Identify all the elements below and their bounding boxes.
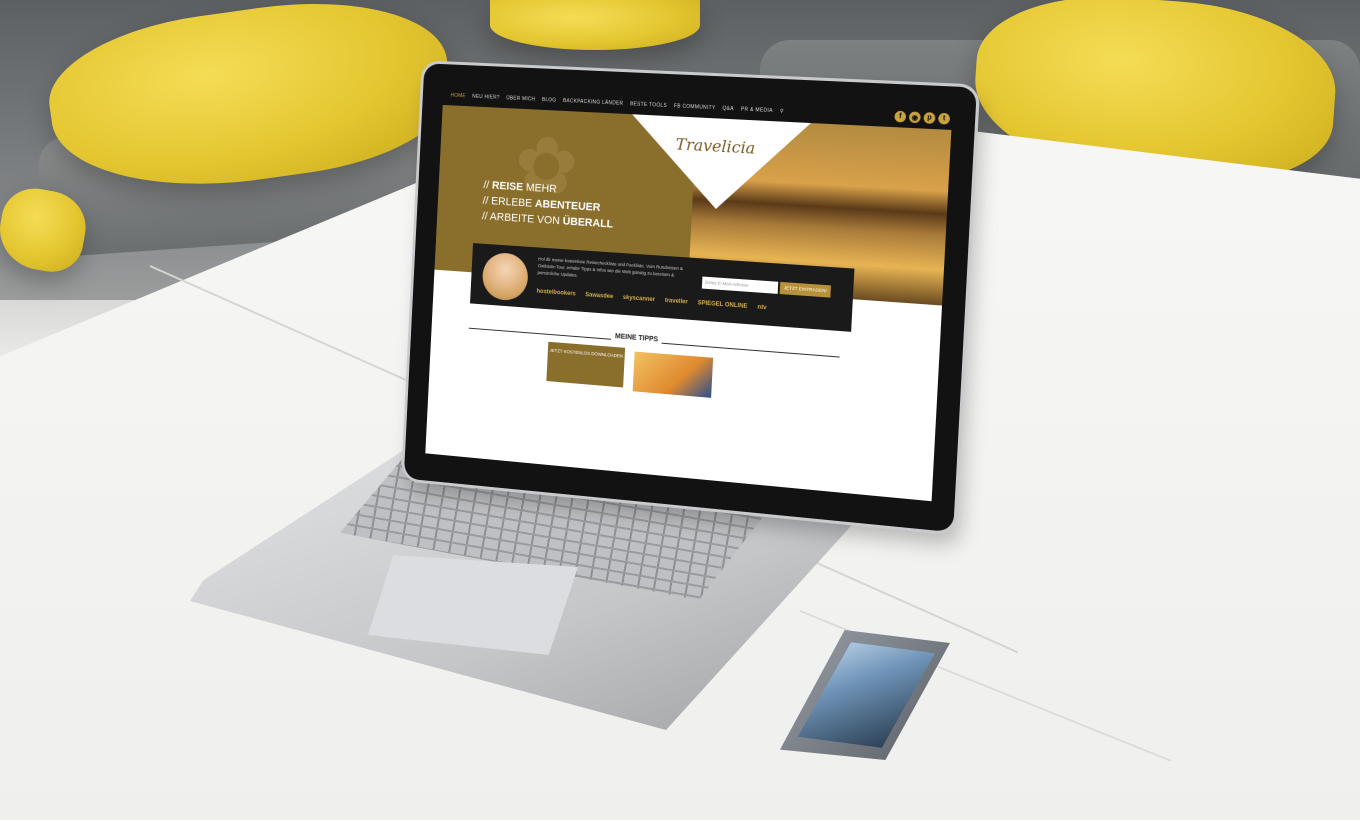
- partner-logos: hostelbookers Sawasdee skyscanner travel…: [536, 289, 766, 312]
- partner-logo: Sawasdee: [585, 292, 613, 300]
- photo-scene: HOME NEU HIER? ÜBER MICH BLOG BACKPACKIN…: [0, 0, 1360, 820]
- instagram-icon[interactable]: ◉: [909, 111, 921, 123]
- hero-tagline: // REISE MEHR // ERLEBE ABENTEUER // ARB…: [481, 177, 615, 232]
- partner-logo: traveller: [665, 298, 688, 306]
- nav-item-pr-media[interactable]: PR & MEDIA: [741, 106, 773, 114]
- nav-item-community[interactable]: FB COMMUNITY: [674, 103, 716, 111]
- nav-item-ueber-mich[interactable]: ÜBER MICH: [506, 95, 535, 102]
- facebook-icon[interactable]: f: [894, 111, 906, 123]
- tips-heading: MEINE TIPPS: [611, 333, 662, 344]
- nav-item-tools[interactable]: BESTE TOOLS: [630, 101, 667, 109]
- twitter-icon[interactable]: t: [938, 113, 950, 125]
- partner-logo: hostelbookers: [536, 289, 575, 298]
- nav-item-home[interactable]: HOME: [450, 93, 465, 100]
- email-field[interactable]: Deine E-Mail-Adresse: [702, 277, 778, 294]
- partner-logo: ntv: [757, 305, 766, 312]
- laptop-lid: HOME NEU HIER? ÜBER MICH BLOG BACKPACKIN…: [404, 63, 977, 532]
- social-icons: f ◉ p t: [894, 111, 950, 125]
- author-avatar: [481, 252, 528, 302]
- pinterest-icon[interactable]: p: [923, 112, 935, 124]
- partner-logo: skyscanner: [623, 295, 655, 303]
- newsletter-text: Hol dir meine kostenlose Reisecheckliste…: [537, 255, 683, 286]
- nav-item-qa[interactable]: Q&A: [722, 106, 734, 113]
- logo-triangle: [628, 114, 811, 214]
- laptop-screen: HOME NEU HIER? ÜBER MICH BLOG BACKPACKIN…: [425, 86, 952, 502]
- subscribe-button[interactable]: JETZT EINTRAGEN!: [780, 282, 831, 298]
- nav-item-neu-hier[interactable]: NEU HIER?: [472, 94, 500, 101]
- download-card[interactable]: JETZT KOSTENLOS DOWNLOADEN: [546, 342, 625, 388]
- partner-logo: SPIEGEL ONLINE: [697, 300, 747, 310]
- tip-card-image[interactable]: [633, 352, 714, 398]
- yellow-pillow: [490, 0, 700, 50]
- search-icon[interactable]: ⚲: [780, 108, 784, 114]
- nav-item-blog[interactable]: BLOG: [542, 97, 557, 104]
- nav-item-backpacking[interactable]: BACKPACKING LÄNDER: [563, 98, 624, 107]
